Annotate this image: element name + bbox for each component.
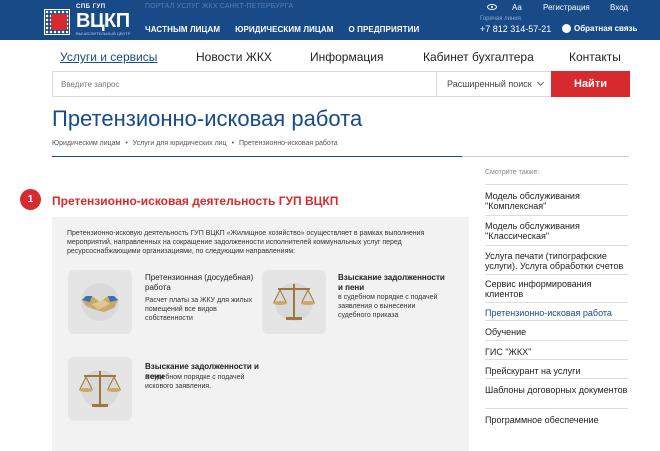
- top-bar: СПБ ГУП ВЦКП ВЫЧИСЛИТЕЛЬНЫЙ ЦЕНТР ПОРТАЛ…: [0, 0, 660, 40]
- sidebar-item-printing[interactable]: Услуга печати (типографские услуги). Усл…: [485, 251, 628, 271]
- sidebar-item-software[interactable]: Программное обеспечение: [485, 415, 628, 425]
- sidebar-item-complex[interactable]: Модель обслуживания "Комплексная": [485, 191, 628, 211]
- accessibility-eye-icon[interactable]: [487, 4, 497, 10]
- page-title: Претензионно-исковая работа: [52, 106, 363, 131]
- breadcrumb-legal-services[interactable]: Услуги для юридических лиц: [133, 140, 227, 147]
- handshake-icon: [68, 270, 132, 334]
- logo[interactable]: СПБ ГУП ВЦКП ВЫЧИСЛИТЕЛЬНЫЙ ЦЕНТР: [44, 3, 132, 37]
- nav-services[interactable]: Услуги и сервисы: [60, 50, 157, 64]
- chevron-down-icon: [536, 78, 545, 87]
- section-title: Претензионно-исковая деятельность ГУП ВЦ…: [52, 194, 339, 208]
- search-bar: Расширенный поиск Найти: [52, 71, 630, 97]
- nav-contacts[interactable]: Контакты: [569, 50, 621, 64]
- breadcrumb-legal[interactable]: Юридическим лицам: [52, 140, 120, 147]
- feedback-link[interactable]: Обратная связь: [574, 24, 637, 33]
- chat-icon: [562, 24, 571, 33]
- card-title-order: Взыскание задолженности и пени: [338, 273, 445, 292]
- portal-tagline: ПОРТАЛ УСЛУГ ЖКХ САНКТ-ПЕТЕРБУРГА: [145, 3, 294, 10]
- nav-news[interactable]: Новости ЖКХ: [196, 50, 272, 64]
- nav-about[interactable]: О предприятии: [349, 25, 420, 34]
- sidebar-item-templates[interactable]: Шаблоны договорных документов: [485, 385, 628, 395]
- advanced-search-select[interactable]: Расширенный поиск: [436, 72, 551, 96]
- breadcrumb-sep: •: [231, 140, 235, 147]
- nav-accountant[interactable]: Кабинет бухгалтера: [423, 50, 534, 64]
- hotline-label: Горячая линия: [480, 16, 521, 22]
- search-input[interactable]: [53, 72, 436, 96]
- login-link[interactable]: Вход: [610, 3, 628, 12]
- breadcrumb-sep: •: [125, 140, 128, 147]
- logo-text: ВЦКП: [76, 10, 130, 32]
- sidebar-item-training[interactable]: Обучение: [485, 327, 628, 337]
- sidebar-item-gis[interactable]: ГИС "ЖКХ": [485, 347, 628, 357]
- card-text-order: в судебном порядке с подачей заявления о…: [338, 294, 438, 319]
- scales-icon: [262, 270, 326, 334]
- card-text-lawsuit: в судебном порядке с подачей искового за…: [145, 374, 245, 390]
- card-title-pretrial: Претензионная (досудебная) работа: [145, 273, 254, 292]
- sidebar-item-notify[interactable]: Сервис информирования клиентов: [485, 279, 628, 299]
- sidebar-heading: Смотрите также:: [485, 169, 540, 176]
- divider-accent: [52, 156, 462, 157]
- section-number-badge: 1: [20, 189, 41, 210]
- card-text-pretrial: Расчет платы за ЖКУ для жилых помещений …: [145, 297, 253, 322]
- nav-private[interactable]: Частным лицам: [145, 25, 220, 34]
- nav-info[interactable]: Информация: [310, 50, 383, 64]
- font-size-toggle[interactable]: Aa: [512, 3, 522, 12]
- logo-tagline: ВЫЧИСЛИТЕЛЬНЫЙ ЦЕНТР: [76, 31, 131, 36]
- audience-nav: Частным лицам Юридическим лицам О предпр…: [145, 25, 434, 34]
- main-nav: Услуги и сервисы Новости ЖКХ Информация …: [50, 40, 630, 70]
- register-link[interactable]: Регистрация: [543, 3, 590, 12]
- nav-legal[interactable]: Юридическим лицам: [235, 25, 333, 34]
- sidebar-item-claims[interactable]: Претензионно-исковая работа: [485, 308, 628, 318]
- scales-icon: [68, 357, 132, 421]
- sidebar-item-prices[interactable]: Прейскурант на услуги: [485, 366, 628, 376]
- advanced-search-label: Расширенный поиск: [447, 79, 532, 89]
- search-button[interactable]: Найти: [551, 71, 630, 97]
- breadcrumb: Юридическим лицам • Услуги для юридическ…: [52, 140, 341, 147]
- sidebar-item-classic[interactable]: Модель обслуживания "Классическая": [485, 221, 628, 241]
- breadcrumb-current: Претензионно-исковая работа: [238, 140, 338, 147]
- section-intro: Претензионно-исковую деятельность ГУП ВЦ…: [67, 230, 425, 255]
- phone-number[interactable]: +7 812 314-57-21: [480, 24, 551, 34]
